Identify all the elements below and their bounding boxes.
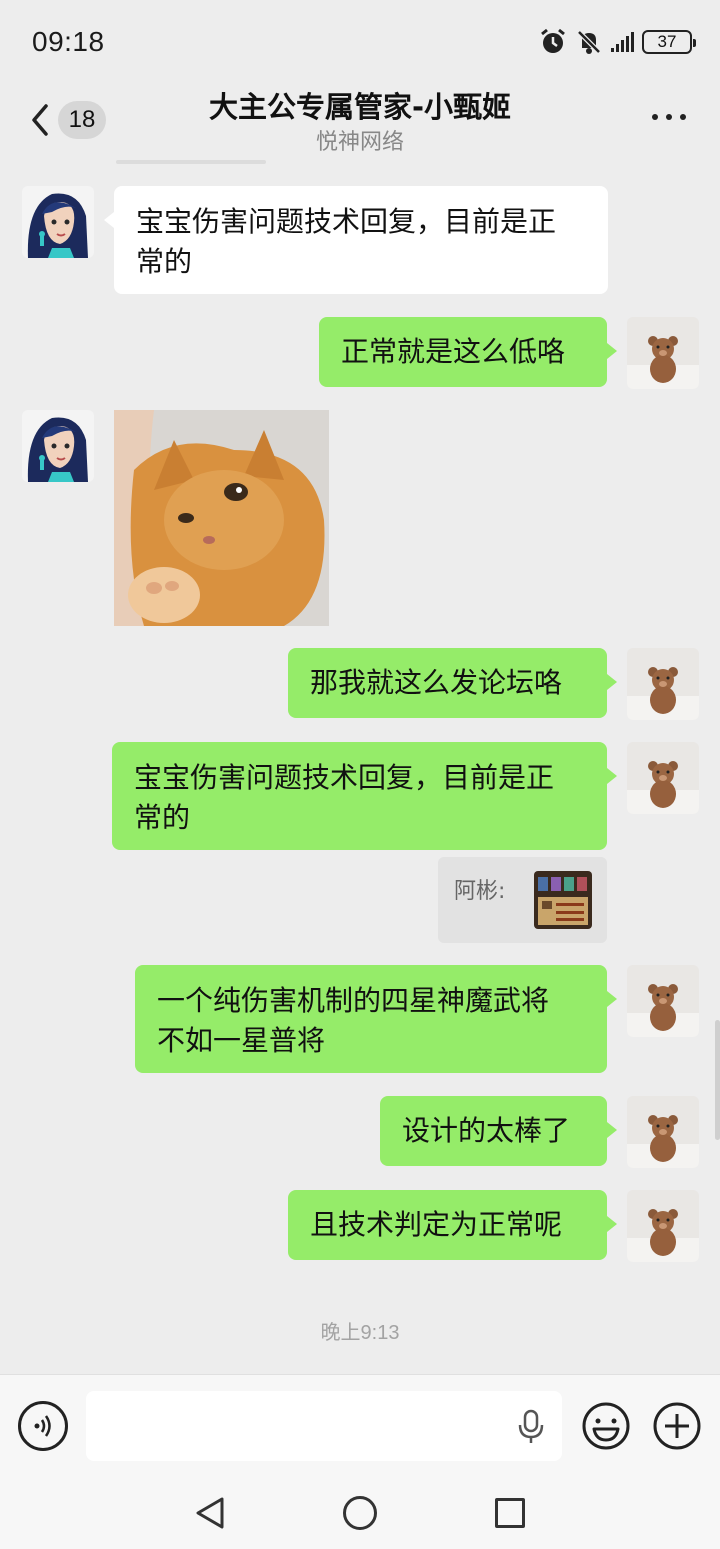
plus-icon[interactable]: [652, 1401, 702, 1451]
alarm-icon: [541, 28, 565, 53]
message-bubble-me[interactable]: 正常就是这么低咯: [319, 317, 617, 387]
status-time: 09:18: [32, 26, 105, 57]
avatar-other[interactable]: [22, 410, 94, 482]
nav-home-icon[interactable]: [343, 1496, 377, 1530]
mute-icon: [577, 30, 601, 54]
emoji-icon[interactable]: [581, 1401, 631, 1451]
message-line: 正常就是这么低咯: [341, 335, 566, 368]
image-message[interactable]: [114, 410, 329, 626]
message-line: 宝宝伤害问题技术回复，目前是正: [136, 205, 557, 238]
message-bubble-me[interactable]: 且技术判定为正常呢: [288, 1190, 617, 1260]
message-bubble-me[interactable]: 设计的太棒了: [380, 1096, 617, 1166]
nav-back-icon[interactable]: [194, 1496, 226, 1530]
battery-icon: 37: [642, 30, 696, 54]
scrollbar[interactable]: [715, 1020, 720, 1140]
quote-author: 阿彬:: [454, 879, 506, 904]
game-screenshot-thumb: [534, 871, 592, 929]
avatar-me[interactable]: [627, 1190, 699, 1262]
message-line: 常的: [134, 801, 191, 834]
partial-message-edge: [116, 160, 266, 164]
teddy-bear-avatar-icon: [627, 742, 699, 814]
message-bubble-me[interactable]: 一个纯伤害机制的四星神魔武将 不如一星普将: [135, 965, 617, 1073]
chat-subtitle: 悦神网络: [315, 130, 404, 155]
avatar-me[interactable]: [627, 648, 699, 720]
message-line: 那我就这么发论坛咯: [310, 666, 563, 699]
status-bar: 09:18 37: [0, 0, 720, 84]
orange-cat-photo: [114, 410, 329, 626]
status-icons: 37: [539, 28, 696, 56]
message-timestamp: 晚上9:13: [320, 1322, 400, 1344]
female-character-avatar-icon: [22, 186, 94, 258]
chat-header: 18 大主公专属管家-小甄姬 悦神网络: [0, 84, 720, 164]
mic-icon[interactable]: [516, 1409, 546, 1445]
teddy-bear-avatar-icon: [627, 317, 699, 389]
message-line: 一个纯伤害机制的四星神魔武将: [157, 984, 550, 1017]
more-icon[interactable]: [652, 114, 686, 120]
teddy-bear-avatar-icon: [627, 648, 699, 720]
voice-icon[interactable]: [18, 1401, 68, 1451]
message-line: 常的: [136, 245, 193, 278]
message-line: 宝宝伤害问题技术回复，目前是正: [134, 761, 555, 794]
message-line: 设计的太棒了: [402, 1114, 571, 1147]
female-character-avatar-icon: [22, 410, 94, 482]
quote-thumbnail[interactable]: [534, 871, 592, 929]
input-bar: [0, 1374, 720, 1476]
teddy-bear-avatar-icon: [627, 1096, 699, 1168]
message-bubble-me[interactable]: 宝宝伤害问题技术回复，目前是正 常的: [112, 742, 617, 850]
message-line: 且技术判定为正常呢: [310, 1208, 563, 1241]
message-input[interactable]: [86, 1391, 562, 1461]
avatar-me[interactable]: [627, 317, 699, 389]
quoted-message[interactable]: 阿彬:: [438, 857, 607, 943]
avatar-other[interactable]: [22, 186, 94, 258]
nav-recent-icon[interactable]: [495, 1498, 525, 1528]
avatar-me[interactable]: [627, 1096, 699, 1168]
teddy-bear-avatar-icon: [627, 965, 699, 1037]
avatar-me[interactable]: [627, 742, 699, 814]
signal-icon: [611, 32, 634, 52]
teddy-bear-avatar-icon: [627, 1190, 699, 1262]
message-bubble-me[interactable]: 那我就这么发论坛咯: [288, 648, 617, 718]
message-bubble-other[interactable]: 宝宝伤害问题技术回复，目前是正 常的: [104, 186, 608, 294]
chat-title: 大主公专属管家-小甄姬: [208, 90, 512, 124]
system-nav-bar: [0, 1476, 720, 1549]
message-line: 不如一星普将: [157, 1024, 326, 1057]
avatar-me[interactable]: [627, 965, 699, 1037]
